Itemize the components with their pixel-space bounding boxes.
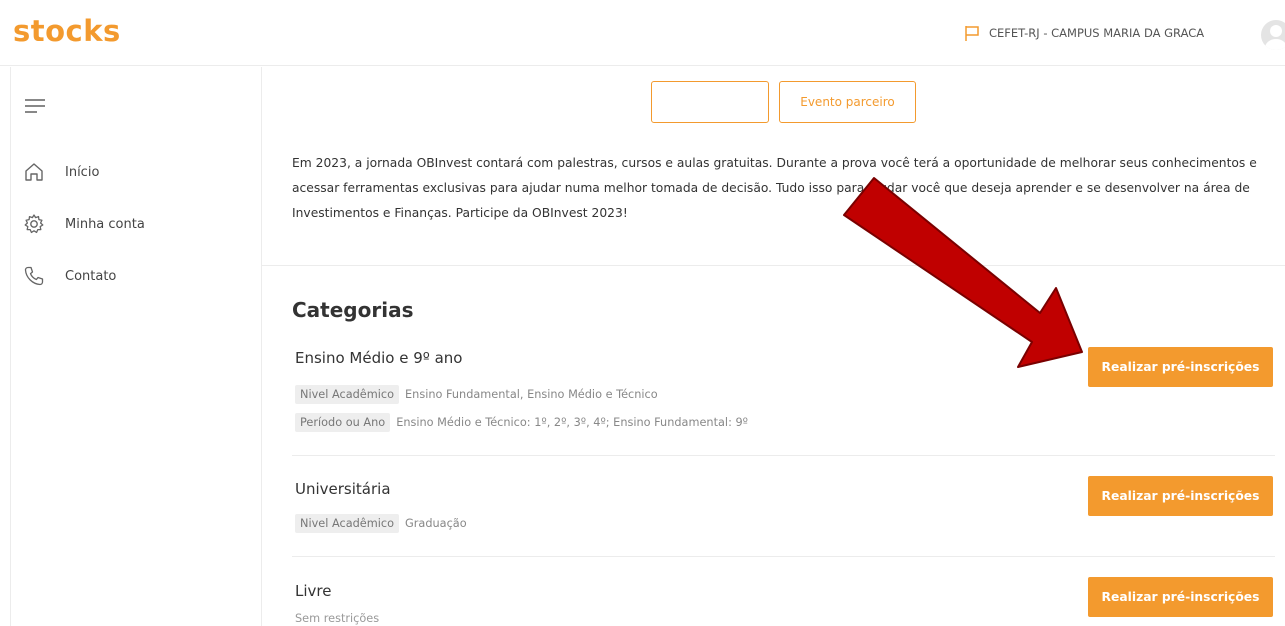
- avatar[interactable]: [1261, 20, 1285, 50]
- pre-register-button[interactable]: Realizar pré-inscrições: [1088, 476, 1273, 516]
- category-name: Universitária: [295, 480, 391, 498]
- institution-selector[interactable]: CEFET-RJ - CAMPUS MARIA DA GRACA: [963, 24, 1204, 42]
- sidebar: Início Minha conta Contato: [10, 67, 262, 626]
- institution-name: CEFET-RJ - CAMPUS MARIA DA GRACA: [989, 26, 1205, 40]
- event-description: Em 2023, a jornada OBInvest contará com …: [292, 156, 1257, 220]
- sidebar-item-inicio[interactable]: Início: [23, 161, 99, 183]
- tag-label: Nivel Acadêmico: [295, 514, 400, 533]
- category-separator: [292, 455, 1275, 456]
- home-icon: [25, 163, 43, 181]
- sidebar-item-contato[interactable]: Contato: [23, 265, 116, 287]
- tag-value: Ensino Médio e Técnico: 1º, 2º, 3º, 4º; …: [396, 416, 748, 429]
- main-content: Evento parceiro Em 2023, a jornada OBInv…: [262, 67, 1285, 626]
- sidebar-item-label: Minha conta: [65, 216, 145, 232]
- category-name: Livre: [295, 582, 332, 600]
- tag-label: Nivel Acadêmico: [295, 385, 400, 404]
- pre-register-button[interactable]: Realizar pré-inscrições: [1088, 347, 1273, 387]
- tab-evento-parceiro[interactable]: Evento parceiro: [779, 81, 916, 123]
- tag-value: Graduação: [405, 517, 467, 530]
- sidebar-item-label: Início: [65, 164, 100, 180]
- divider: [262, 265, 1285, 266]
- tag-value: Ensino Fundamental, Ensino Médio e Técni…: [405, 388, 658, 401]
- category-tag-row: Período ou Ano Ensino Médio e Técnico: 1…: [295, 413, 748, 432]
- category-restriction: Sem restrições: [295, 612, 380, 625]
- gear-icon: [24, 214, 44, 234]
- category-tag-row: Nivel Acadêmico Ensino Fundamental, Ensi…: [295, 385, 658, 404]
- category-separator: [292, 556, 1275, 557]
- phone-icon: [24, 266, 44, 286]
- categories-title: Categorias: [292, 298, 414, 322]
- flag-icon: [965, 26, 979, 41]
- top-bar: stocks CEFET-RJ - CAMPUS MARIA DA GRACA: [0, 0, 1285, 66]
- tab-blank[interactable]: [651, 81, 769, 123]
- category-name: Ensino Médio e 9º ano: [295, 349, 463, 367]
- category-tag-row: Nivel Acadêmico Graduação: [295, 514, 467, 533]
- tag-label: Período ou Ano: [295, 413, 391, 432]
- brand-logo[interactable]: stocks: [13, 14, 121, 48]
- pre-register-button[interactable]: Realizar pré-inscrições: [1088, 577, 1273, 617]
- menu-toggle-icon[interactable]: [25, 97, 45, 113]
- sidebar-item-label: Contato: [65, 268, 117, 284]
- sidebar-item-minha-conta[interactable]: Minha conta: [23, 213, 145, 235]
